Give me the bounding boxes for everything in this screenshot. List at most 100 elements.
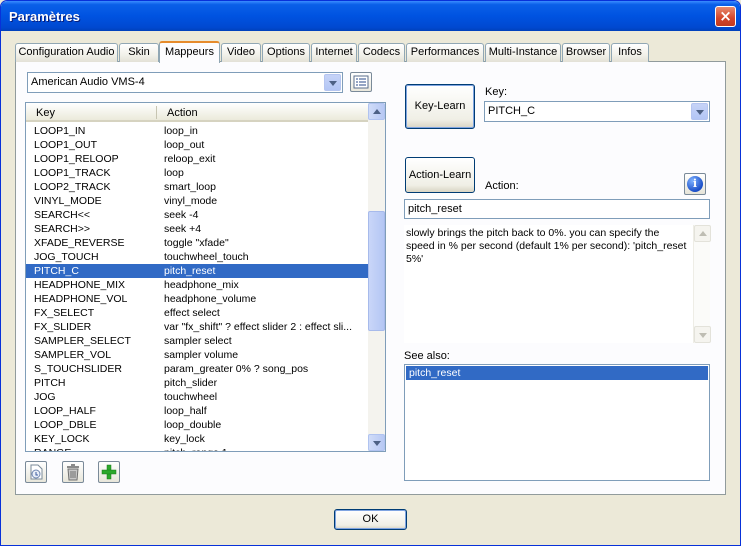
row-key: FX_SELECT (34, 307, 95, 319)
tab-label: Codecs (362, 46, 401, 58)
see-also-item[interactable]: pitch_reset (406, 366, 708, 380)
row-action: vinyl_mode (164, 195, 218, 207)
table-row[interactable]: PITCH pitch_slider (26, 376, 369, 390)
tab-label: Multi-Instance (488, 46, 558, 58)
tab-label: Performances (410, 46, 480, 58)
row-key: LOOP2_TRACK (34, 181, 111, 193)
row-key: SEARCH>> (34, 223, 91, 235)
list-scrollbar[interactable] (368, 103, 385, 451)
row-key: RANGE (34, 446, 71, 451)
tab-performances[interactable]: Performances (406, 43, 484, 62)
row-key: SAMPLER_VOL (34, 349, 112, 361)
table-row[interactable]: LOOP_DBLE loop_double (26, 418, 369, 432)
close-button[interactable]: × (715, 6, 736, 27)
row-key: KEY_LOCK (34, 433, 90, 445)
scroll-up-button[interactable] (694, 225, 711, 242)
mapping-list[interactable]: Key Action LOOP1_IN loop_in LOOP1_OUT loop_… (25, 102, 386, 452)
table-row[interactable]: SEARCH<< seek -4 (26, 208, 369, 222)
table-row[interactable]: LOOP1_IN loop_in (26, 124, 369, 138)
tab-internet[interactable]: Internet (311, 43, 357, 62)
row-key: S_TOUCHSLIDER (34, 363, 122, 375)
row-key: VINYL_MODE (34, 195, 102, 207)
chevron-down-icon[interactable] (324, 74, 341, 91)
row-action: headphone_volume (164, 293, 257, 305)
tab-multi-instance[interactable]: Multi-Instance (485, 43, 561, 62)
row-key: JOG_TOUCH (34, 251, 99, 263)
table-row[interactable]: XFADE_REVERSE toggle "xfade" (26, 236, 369, 250)
action-info-button[interactable]: i (684, 173, 706, 195)
scroll-up-button[interactable] (368, 103, 385, 120)
new-mapping-button[interactable] (25, 461, 47, 483)
row-action: var "fx_shift" ? effect slider 2 : effec… (164, 321, 352, 333)
action-description: slowly brings the pitch back to 0%. you … (404, 225, 710, 343)
table-row[interactable]: LOOP1_RELOOP reloop_exit (26, 152, 369, 166)
row-action: pitch_reset (164, 265, 216, 277)
row-action: loop_in (164, 125, 198, 137)
table-row[interactable]: PITCH_C pitch_reset (26, 264, 369, 278)
new-mapping-icon (30, 464, 43, 480)
tab-browser[interactable]: Browser (562, 43, 610, 62)
table-row[interactable]: LOOP1_TRACK loop (26, 166, 369, 180)
window-title: Paramètres (9, 9, 80, 24)
ok-button[interactable]: OK (334, 509, 407, 530)
column-header-key[interactable]: Key (36, 107, 55, 119)
tab-infos[interactable]: Infos (611, 43, 649, 62)
list-options-button[interactable] (350, 72, 372, 92)
table-row[interactable]: JOG touchwheel (26, 390, 369, 404)
column-separator[interactable] (156, 106, 157, 119)
table-row[interactable]: RANGE pitch_range 1 (26, 446, 369, 451)
row-key: SAMPLER_SELECT (34, 335, 131, 347)
action-description-text: slowly brings the pitch back to 0%. you … (406, 227, 687, 265)
tab-skin[interactable]: Skin (119, 43, 159, 62)
see-also-list[interactable]: pitch_reset (404, 364, 710, 481)
table-row[interactable]: HEADPHONE_MIX headphone_mix (26, 278, 369, 292)
table-row[interactable]: LOOP1_OUT loop_out (26, 138, 369, 152)
row-action: key_lock (164, 433, 205, 445)
key-select[interactable]: PITCH_C (484, 101, 710, 122)
table-row[interactable]: HEADPHONE_VOL headphone_volume (26, 292, 369, 306)
action-input[interactable]: pitch_reset (404, 199, 710, 219)
row-key: LOOP1_RELOOP (34, 153, 119, 165)
chevron-down-icon[interactable] (691, 103, 708, 120)
add-mapping-button[interactable] (98, 461, 120, 483)
device-select[interactable]: American Audio VMS-4 (27, 72, 343, 93)
tab-codecs[interactable]: Codecs (358, 43, 405, 62)
row-action: loop_double (164, 419, 222, 431)
table-row[interactable]: LOOP_HALF loop_half (26, 404, 369, 418)
tab-options[interactable]: Options (262, 43, 310, 62)
key-learn-button[interactable]: Key-Learn (405, 84, 475, 129)
device-select-value: American Audio VMS-4 (31, 76, 145, 88)
table-row[interactable]: SAMPLER_VOL sampler volume (26, 348, 369, 362)
table-row[interactable]: LOOP2_TRACK smart_loop (26, 180, 369, 194)
scroll-down-button[interactable] (694, 326, 711, 343)
table-row[interactable]: SEARCH>> seek +4 (26, 222, 369, 236)
scroll-thumb[interactable] (368, 211, 385, 331)
table-row[interactable]: KEY_LOCK key_lock (26, 432, 369, 446)
row-action: touchwheel_touch (164, 251, 249, 263)
delete-mapping-button[interactable] (62, 461, 84, 483)
action-label: Action: (485, 180, 519, 192)
tab-video[interactable]: Video (221, 43, 261, 62)
tab-configuration-audio[interactable]: Configuration Audio (15, 43, 118, 62)
row-action: loop_out (164, 139, 205, 151)
table-row[interactable]: FX_SLIDER var "fx_shift" ? effect slider … (26, 320, 369, 334)
action-learn-button[interactable]: Action-Learn (405, 157, 475, 193)
table-row[interactable]: SAMPLER_SELECT sampler select (26, 334, 369, 348)
table-row[interactable]: JOG_TOUCH touchwheel_touch (26, 250, 369, 264)
tab-label: Internet (315, 46, 353, 58)
table-row[interactable]: FX_SELECT effect select (26, 306, 369, 320)
row-action: smart_loop (164, 181, 216, 193)
tab-mappeurs[interactable]: Mappeurs (159, 41, 220, 63)
column-header-action[interactable]: Action (167, 107, 198, 119)
row-action: seek +4 (164, 223, 202, 235)
tab-label: Infos (618, 46, 642, 58)
row-key: LOOP_DBLE (34, 419, 97, 431)
title-bar[interactable]: Paramètres × (1, 1, 740, 31)
table-row[interactable]: S_TOUCHSLIDER param_greater 0% ? song_pos (26, 362, 369, 376)
row-action: headphone_mix (164, 279, 239, 291)
settings-window: Paramètres × Configuration Audio Skin Ma… (0, 0, 741, 546)
description-scrollbar[interactable] (693, 225, 711, 343)
table-row[interactable]: VINYL_MODE vinyl_mode (26, 194, 369, 208)
key-label: Key: (485, 86, 508, 98)
scroll-down-button[interactable] (368, 434, 385, 451)
